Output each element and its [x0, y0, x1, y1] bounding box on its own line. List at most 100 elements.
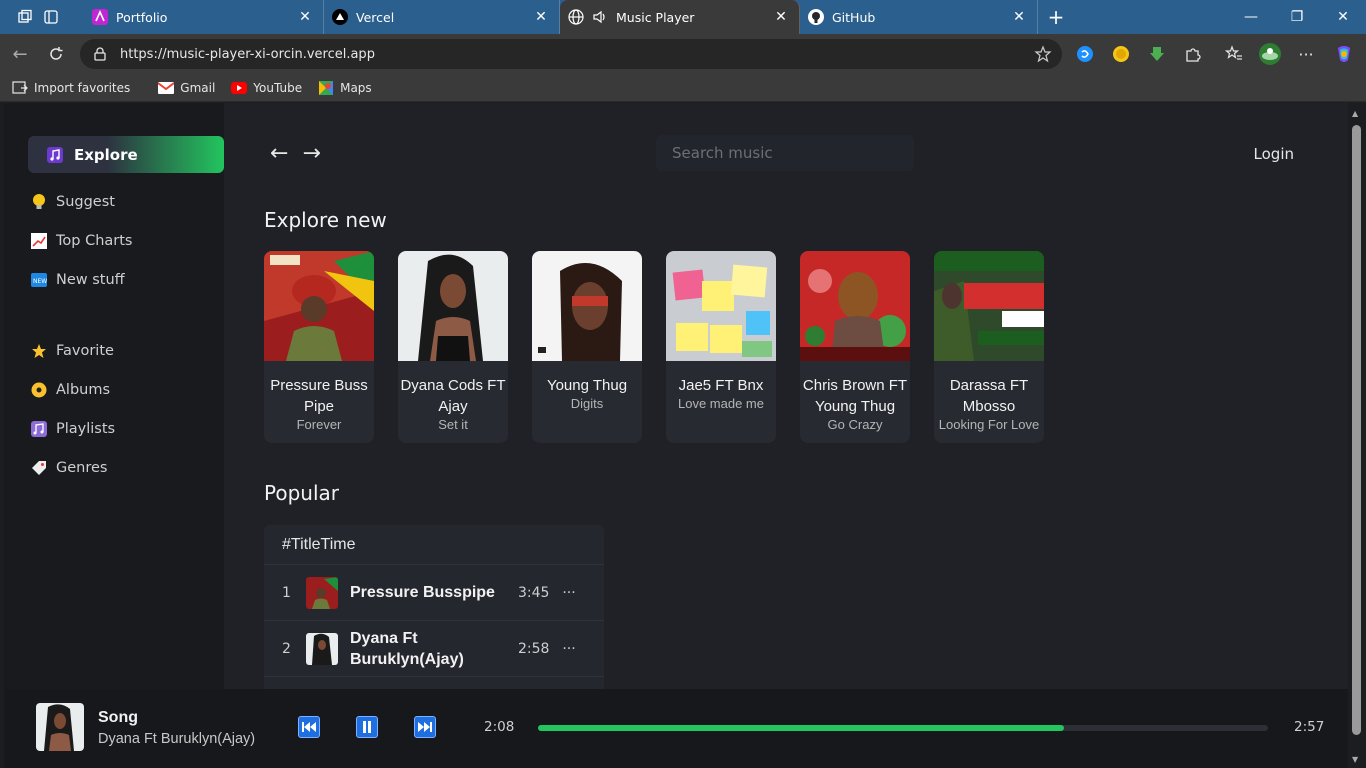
album-card[interactable]: Chris Brown FT Young Thug Go Crazy: [800, 251, 910, 443]
album-card[interactable]: Dyana Cods FT Ajay Set it: [398, 251, 508, 443]
more-icon[interactable]: ···: [554, 641, 584, 657]
bookmark-import-favorites[interactable]: Import favorites: [12, 81, 130, 95]
tab-label: Music Player: [616, 9, 695, 25]
sidebar-item-genres[interactable]: Genres: [30, 459, 107, 477]
back-icon[interactable]: ←: [2, 36, 38, 72]
sidebar-item-explore[interactable]: Explore: [28, 136, 224, 173]
bookmark-label: Maps: [340, 80, 372, 95]
maps-icon: [318, 80, 334, 95]
portfolio-favicon: [92, 9, 108, 25]
sidebar-item-label: Top Charts: [56, 233, 133, 249]
card-title: Jae5 FT Bnx: [678, 377, 764, 394]
more-icon[interactable]: ···: [554, 585, 584, 601]
sidebar-item-favorite[interactable]: Favorite: [30, 342, 114, 360]
card-subtitle: Go Crazy: [827, 417, 883, 432]
tag-icon: [30, 459, 48, 477]
download-extension-icon[interactable]: [1145, 42, 1169, 66]
extensions-puzzle-icon[interactable]: [1181, 42, 1205, 66]
refresh-icon[interactable]: [38, 36, 74, 72]
album-card[interactable]: Jae5 FT Bnx Love made me: [666, 251, 776, 443]
album-card[interactable]: Pressure Buss Pipe Forever: [264, 251, 374, 443]
bookmark-maps[interactable]: Maps: [318, 80, 372, 95]
forward-arrow-button[interactable]: →: [302, 141, 320, 166]
favorites-list-icon[interactable]: [1222, 42, 1246, 66]
import-icon: [12, 80, 28, 95]
tab-label: Portfolio: [116, 9, 168, 25]
url-bar[interactable]: https://music-player-xi-orcin.vercel.app: [80, 39, 1062, 69]
card-title: Young Thug: [546, 377, 628, 394]
progress-bar[interactable]: [538, 725, 1268, 731]
new-tab-button[interactable]: +: [1038, 0, 1074, 34]
favorite-star-icon[interactable]: [1034, 45, 1052, 67]
sidebar-item-label: Genres: [56, 460, 108, 476]
now-playing-title: Song: [98, 709, 138, 726]
sidebar-item-top-charts[interactable]: Top Charts: [30, 232, 132, 250]
close-icon[interactable]: ✕: [533, 9, 549, 25]
history-nav: ← →: [270, 141, 321, 166]
close-window-button[interactable]: ✕: [1320, 0, 1366, 34]
svg-text:NEW: NEW: [33, 278, 47, 285]
scrollbar-thumb[interactable]: [1352, 125, 1361, 735]
table-row[interactable]: 1 Pressure Busspipe 3:45 ···: [264, 565, 604, 621]
sidebar-item-playlists[interactable]: Playlists: [30, 420, 115, 438]
scroll-up-icon[interactable]: ▲: [1352, 109, 1358, 118]
more-options-icon[interactable]: ···: [1294, 42, 1318, 66]
speaker-icon[interactable]: [592, 9, 608, 25]
tab-vercel[interactable]: Vercel ✕: [324, 0, 560, 34]
profile-avatar[interactable]: [1258, 42, 1282, 66]
disc-icon: [30, 381, 48, 399]
total-time: 2:57: [1294, 719, 1325, 735]
sidebar-item-suggest[interactable]: Suggest: [30, 193, 115, 211]
album-cover: [398, 251, 508, 361]
current-time: 2:08: [484, 719, 515, 735]
album-cover: [666, 251, 776, 361]
tab-actions-icon[interactable]: [40, 6, 62, 28]
coin-extension-icon[interactable]: [1109, 42, 1133, 66]
album-card[interactable]: Young Thug Digits: [532, 251, 642, 443]
bookmarks-bar: Import favorites Gmail YouTube Maps: [0, 74, 1366, 102]
back-arrow-button[interactable]: ←: [270, 141, 288, 166]
site-info-icon[interactable]: [92, 46, 110, 62]
tab-label: GitHub: [832, 9, 876, 25]
scroll-down-icon[interactable]: ▼: [1352, 755, 1358, 764]
shazam-extension-icon[interactable]: [1073, 42, 1097, 66]
sidebar-item-label: Favorite: [56, 343, 114, 359]
tab-portfolio[interactable]: Portfolio ✕: [84, 0, 324, 34]
url-text: https://music-player-xi-orcin.vercel.app: [120, 46, 375, 62]
copilot-icon[interactable]: [1332, 42, 1356, 66]
player-bar: Song Dyana Ft Buruklyn(Ajay) 2:08 2:57: [4, 689, 1348, 768]
next-button[interactable]: [414, 716, 436, 738]
sidebar-item-new-stuff[interactable]: NEW New stuff: [30, 271, 125, 289]
restore-button[interactable]: ❐: [1274, 0, 1320, 34]
pause-button[interactable]: [356, 716, 378, 738]
close-icon[interactable]: ✕: [297, 9, 313, 25]
tab-github[interactable]: GitHub ✕: [800, 0, 1038, 34]
close-icon[interactable]: ✕: [1011, 9, 1027, 25]
album-cover: [800, 251, 910, 361]
sidebar-item-albums[interactable]: Albums: [30, 381, 110, 399]
page-scrollbar[interactable]: ▲ ▼: [1348, 103, 1366, 768]
previous-button[interactable]: [298, 716, 320, 738]
sidebar-item-label: Albums: [56, 382, 111, 398]
card-subtitle: Looking For Love: [938, 417, 1040, 432]
row-time: 2:58: [518, 640, 550, 657]
minimize-button[interactable]: —: [1228, 0, 1274, 34]
tab-music-player[interactable]: Music Player ✕: [560, 0, 800, 34]
bookmark-label: Import favorites: [34, 80, 131, 95]
row-time: 3:45: [518, 584, 550, 601]
github-favicon: [808, 9, 824, 25]
table-row[interactable]: 2 Dyana Ft Buruklyn(Ajay) 2:58 ···: [264, 621, 604, 677]
login-button[interactable]: Login: [1254, 145, 1294, 163]
music-notes-icon: [30, 420, 48, 438]
youtube-icon: [231, 81, 248, 95]
card-subtitle: Set it: [438, 417, 468, 432]
search-input[interactable]: [656, 135, 914, 171]
bookmark-youtube[interactable]: YouTube: [231, 81, 302, 95]
album-cover: [532, 251, 642, 361]
workspaces-icon[interactable]: [14, 6, 36, 28]
album-card[interactable]: Darassa FT Mbosso Looking For Love: [934, 251, 1044, 443]
now-playing-artist: Dyana Ft Buruklyn(Ajay): [98, 731, 256, 747]
close-icon[interactable]: ✕: [773, 9, 789, 25]
new-icon: NEW: [30, 271, 48, 289]
bookmark-gmail[interactable]: Gmail: [158, 81, 215, 95]
